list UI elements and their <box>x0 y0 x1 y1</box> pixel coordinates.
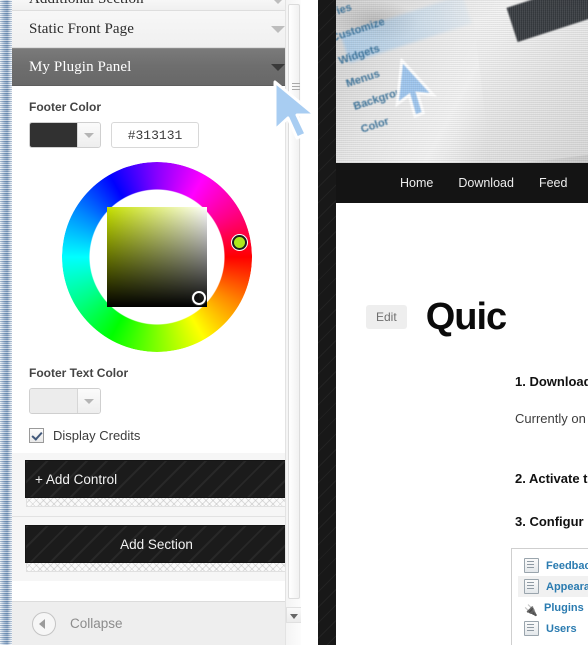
footer-color-hex-input[interactable] <box>111 122 199 148</box>
step-heading-3: 3. Configur <box>515 514 584 529</box>
admin-menu-label: Feedbacks <box>546 559 588 572</box>
chevron-down-icon <box>271 0 285 4</box>
admin-menu-row: Users <box>518 618 588 639</box>
accordion-header-my-plugin-panel[interactable]: My Plugin Panel <box>12 49 301 85</box>
previewed-site: ...ries Customize Widgets Menus Backgrou… <box>336 0 588 645</box>
sidebar-scrollbar[interactable] <box>285 0 301 645</box>
admin-menu-row: Plugins <box>518 597 588 618</box>
site-preview-frame: ...ries Customize Widgets Menus Backgrou… <box>318 0 588 645</box>
accordion-header-additional[interactable]: Additional Section <box>12 0 301 10</box>
saturation-value-marker[interactable] <box>192 291 206 305</box>
chevron-down-icon <box>77 389 100 413</box>
footer-text-color-label: Footer Text Color <box>29 366 129 380</box>
customizer-sidebar: Additional Section Static Front Page My … <box>12 0 301 645</box>
drag-grip-icon <box>292 83 300 90</box>
admin-menu-screenshot: Feedbacks Appearance Plugins Users <box>511 548 588 645</box>
feedbacks-icon <box>524 558 539 573</box>
plugin-panel-body: Footer Color Footer Text Color <box>12 86 301 453</box>
accordion-section-additional[interactable]: Additional Section <box>12 0 301 11</box>
admin-menu-row: Feedbacks <box>518 555 588 576</box>
add-section-label: Add Section <box>120 536 193 552</box>
appearance-icon <box>524 579 539 594</box>
footer-color-row <box>29 122 284 148</box>
add-control-dropzone <box>26 497 287 507</box>
chevron-down-icon <box>271 64 285 71</box>
accordion-label-my-plugin-panel: My Plugin Panel <box>29 58 132 75</box>
customizer-accordion: Additional Section Static Front Page My … <box>12 0 301 581</box>
display-credits-label: Display Credits <box>53 428 141 443</box>
nav-item-download[interactable]: Download <box>458 176 514 190</box>
chevron-down-icon <box>77 123 100 147</box>
post-header: Edit Quic <box>336 203 588 336</box>
chevron-down-icon <box>271 26 285 33</box>
footer-color-swatch-button[interactable] <box>29 122 101 148</box>
footer-text-color-swatch-button[interactable] <box>29 388 101 414</box>
display-credits-row[interactable]: Display Credits <box>29 428 284 443</box>
scrollbar-thumb[interactable] <box>288 4 300 599</box>
add-section-dropzone <box>26 562 287 572</box>
site-header-image: ...ries Customize Widgets Menus Backgrou… <box>336 0 588 163</box>
scrollbar-down-button[interactable] <box>286 607 301 623</box>
add-section-button[interactable]: Add Section <box>26 526 287 562</box>
add-control-slot: + Add Control <box>12 461 301 516</box>
accordion-header-static-front-page[interactable]: Static Front Page <box>12 11 301 47</box>
color-wheel-picker[interactable] <box>62 162 252 352</box>
admin-menu-label: Users <box>546 622 577 635</box>
add-control-label: + Add Control <box>35 471 118 487</box>
edit-post-button[interactable]: Edit <box>366 305 407 329</box>
accordion-section-static-front-page[interactable]: Static Front Page <box>12 11 301 48</box>
chevron-left-icon <box>32 611 56 636</box>
add-section-slot: Add Section <box>12 516 301 581</box>
footer-color-label: Footer Color <box>29 100 101 114</box>
header-photo-grain <box>336 0 588 163</box>
customizer-screen: Additional Section Static Front Page My … <box>0 0 588 645</box>
site-navigation: Home Download Feed <box>336 163 588 203</box>
admin-menu-label: Appearance <box>546 580 588 593</box>
collapse-label: Collapse <box>70 616 123 631</box>
users-icon <box>524 621 539 636</box>
footer-text-color-chip <box>30 389 77 413</box>
site-content: Edit Quic 1. Download Currently on 2. Ac… <box>336 203 588 645</box>
footer-text-color-row <box>29 388 284 414</box>
nav-item-feed[interactable]: Feed <box>539 176 568 190</box>
nav-item-home[interactable]: Home <box>400 176 433 190</box>
display-credits-checkbox[interactable] <box>29 428 44 443</box>
window-edge-strip <box>0 0 12 645</box>
admin-menu-label: Plugins <box>544 601 584 614</box>
footer-color-chip <box>30 123 77 147</box>
add-control-button[interactable]: + Add Control <box>26 461 287 497</box>
admin-menu-row: Appearance <box>518 576 588 597</box>
collapse-sidebar-button[interactable]: Collapse <box>12 601 301 645</box>
saturation-value-square[interactable] <box>107 207 207 307</box>
hue-ring-marker[interactable] <box>232 235 247 250</box>
post-title: Quic <box>425 296 507 338</box>
plugins-icon <box>524 601 537 614</box>
add-buttons-area: + Add Control Add Section <box>12 453 301 581</box>
accordion-label-static-front-page: Static Front Page <box>29 20 135 37</box>
accordion-label-additional: Additional Section <box>29 0 144 8</box>
step-heading-2: 2. Activate t <box>515 471 588 486</box>
step-body-1: Currently on <box>515 411 586 426</box>
step-heading-1: 1. Download <box>515 374 588 389</box>
accordion-section-my-plugin-panel[interactable]: My Plugin Panel <box>12 48 301 86</box>
